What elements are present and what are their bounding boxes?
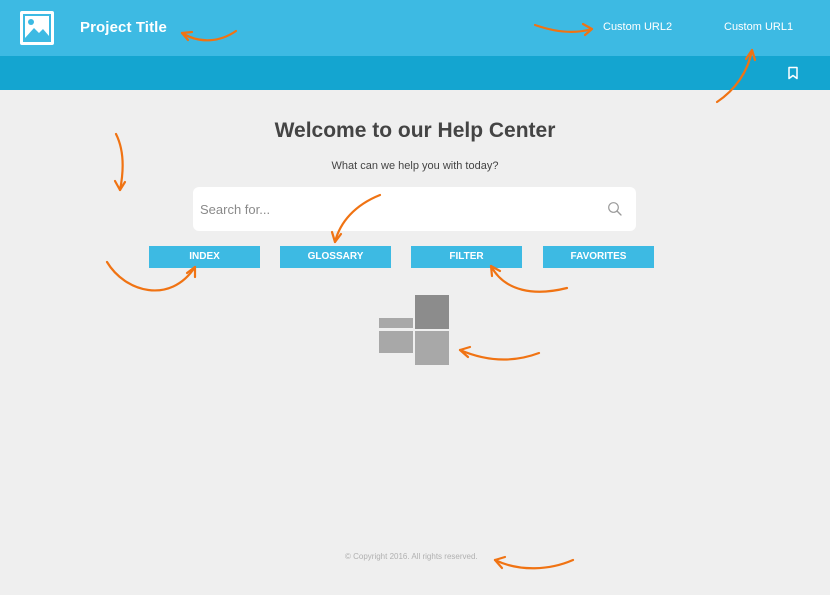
project-title[interactable]: Project Title: [80, 19, 167, 36]
page-subtitle: What can we help you with today?: [331, 160, 499, 172]
page-title: Welcome to our Help Center: [274, 119, 556, 142]
tile-wide: [379, 331, 413, 353]
search-icon[interactable]: [607, 201, 623, 217]
secondary-bar: [0, 56, 830, 90]
index-button[interactable]: INDEX: [149, 246, 260, 268]
filter-button[interactable]: FILTER: [411, 246, 522, 268]
nav-link-custom-url2[interactable]: Custom URL2: [603, 21, 672, 33]
favorites-button[interactable]: FAVORITES: [543, 246, 654, 268]
glossary-button[interactable]: GLOSSARY: [280, 246, 391, 268]
nav-link-custom-url1[interactable]: Custom URL1: [724, 21, 793, 33]
tile-light: [415, 331, 449, 365]
image-icon[interactable]: [20, 11, 54, 45]
top-header: Project Title Custom URL2 Custom URL1: [0, 0, 830, 56]
page: Project Title Custom URL2 Custom URL1 We…: [0, 0, 830, 595]
tile-small: [379, 318, 413, 328]
copyright-text: © Copyright 2016. All rights reserved.: [345, 552, 478, 561]
arrow-to-filter: [489, 264, 569, 293]
arrow-to-tiles: [458, 345, 541, 361]
bookmark-icon[interactable]: [786, 66, 800, 80]
arrow-to-copyright: [493, 555, 575, 570]
search-input[interactable]: [200, 187, 590, 231]
tile-dark: [415, 295, 449, 329]
search-box: [193, 187, 636, 231]
